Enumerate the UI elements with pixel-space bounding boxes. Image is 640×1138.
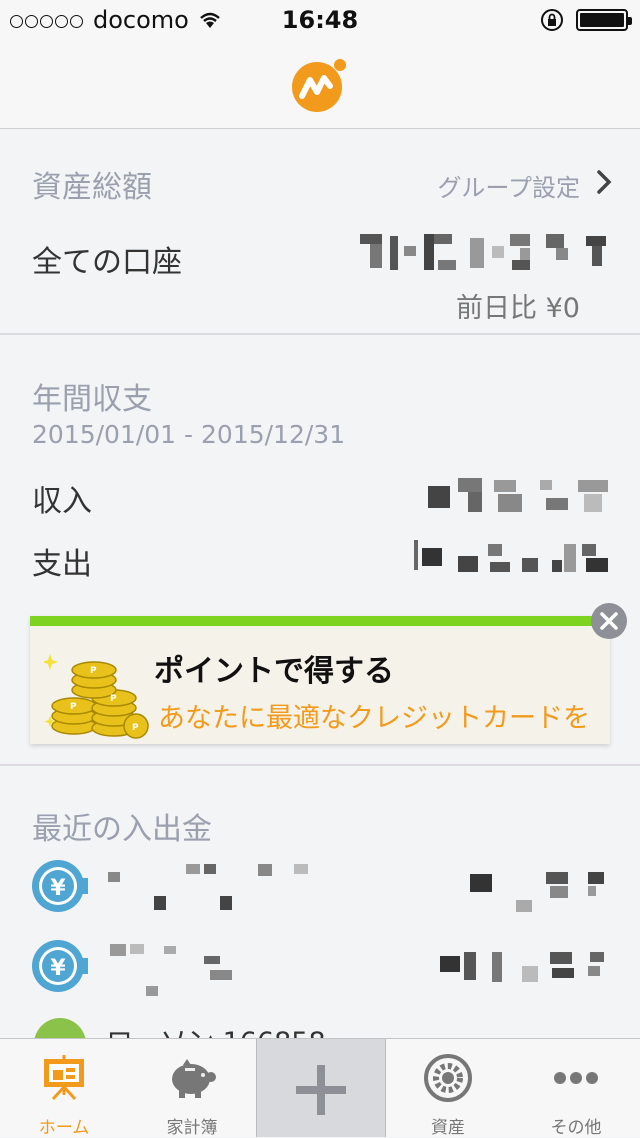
coins-illustration-icon: P P P P bbox=[44, 654, 149, 739]
tab-household-budget[interactable]: 家計簿 bbox=[128, 1039, 256, 1138]
svg-text:P: P bbox=[90, 666, 97, 676]
svg-text:P: P bbox=[132, 723, 139, 733]
transaction-name-redacted bbox=[106, 860, 316, 916]
battery-icon bbox=[576, 9, 632, 31]
tab-home[interactable]: ホーム bbox=[0, 1039, 128, 1138]
nav-bar bbox=[0, 40, 640, 129]
home-chart-icon bbox=[44, 1055, 84, 1101]
more-dots-icon bbox=[554, 1072, 598, 1084]
tab-bar: ホーム 家計簿 資産 その他 bbox=[0, 1038, 640, 1138]
section-divider bbox=[0, 333, 640, 335]
all-accounts-label[interactable]: 全ての口座 bbox=[32, 237, 182, 281]
transaction-amount-redacted bbox=[470, 870, 610, 914]
day-over-day-change: 前日比 ¥0 bbox=[456, 293, 580, 324]
rotation-lock-icon bbox=[541, 9, 563, 31]
expense-amount-redacted bbox=[414, 540, 614, 580]
transaction-name-redacted bbox=[106, 940, 256, 1000]
yen-income-icon: ¥ bbox=[32, 860, 88, 912]
income-label[interactable]: 収入 bbox=[32, 476, 92, 520]
banner-close-icon[interactable] bbox=[590, 602, 628, 640]
svg-text:¥: ¥ bbox=[50, 956, 66, 981]
tab-household-budget-label: 家計簿 bbox=[166, 1118, 218, 1138]
svg-text:¥: ¥ bbox=[50, 876, 66, 901]
svg-text:P: P bbox=[110, 694, 117, 704]
chevron-right-icon[interactable] bbox=[590, 168, 618, 196]
transaction-amount-redacted bbox=[440, 950, 612, 990]
section-divider bbox=[0, 764, 640, 766]
gear-icon bbox=[424, 1054, 472, 1102]
banner-title: ポイントで得する bbox=[154, 654, 394, 689]
income-amount-redacted bbox=[428, 478, 612, 518]
total-amount-redacted bbox=[360, 230, 610, 274]
yen-income-icon: ¥ bbox=[32, 940, 88, 992]
status-bar: docomo 16:48 bbox=[0, 0, 640, 40]
recent-title: 最近の入出金 bbox=[32, 812, 212, 847]
add-entry-button[interactable] bbox=[256, 1039, 386, 1137]
annual-date-range: 2015/01/01 - 2015/12/31 bbox=[32, 420, 346, 449]
credit-card-promo-banner[interactable]: P P P P ポイントで得する あなたに最適なクレジットカードを bbox=[30, 616, 610, 744]
tab-assets[interactable]: 資産 bbox=[384, 1039, 512, 1138]
tab-assets-label: 資産 bbox=[431, 1118, 465, 1138]
assets-title: 資産総額 bbox=[32, 170, 152, 205]
tab-more-label: その他 bbox=[550, 1118, 602, 1138]
app-logo-icon bbox=[292, 59, 346, 112]
tab-home-label: ホーム bbox=[38, 1118, 90, 1138]
banner-subtitle: あなたに最適なクレジットカードを bbox=[158, 703, 590, 734]
piggy-bank-icon bbox=[172, 1059, 216, 1098]
annual-title: 年間収支 bbox=[32, 382, 152, 417]
plus-icon bbox=[296, 1065, 346, 1115]
group-settings-link[interactable]: グループ設定 bbox=[437, 168, 580, 203]
tab-more[interactable]: その他 bbox=[512, 1039, 640, 1138]
svg-text:P: P bbox=[70, 702, 77, 712]
expense-label[interactable]: 支出 bbox=[32, 539, 92, 583]
